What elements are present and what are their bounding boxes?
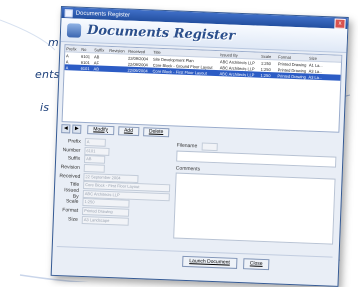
size-select[interactable]: A3 Landscape — [81, 215, 129, 226]
cell-received: 22/09/2004 — [127, 55, 149, 61]
cell-received: 22/09/2004 — [127, 67, 148, 73]
cell-suffix: AB — [93, 53, 100, 60]
close-icon[interactable]: x — [334, 18, 346, 29]
side-text-2: ents — [35, 68, 60, 81]
col-issued-by[interactable]: Issued By — [219, 52, 260, 59]
next-record-icon[interactable]: ▶ — [72, 124, 82, 134]
documents-grid[interactable]: Prefix No Suffix Revision Received Title… — [61, 44, 343, 133]
right-pane: Filename Comments — [173, 142, 337, 245]
app-icon — [64, 8, 73, 17]
prefix-label: Prefix — [67, 138, 81, 146]
previous-record-icon[interactable]: ◀ — [61, 123, 71, 133]
cell-scale: 1:250 — [260, 66, 271, 72]
col-size[interactable]: Size — [308, 55, 325, 61]
documents-icon — [66, 22, 82, 38]
comments-textarea[interactable] — [173, 172, 336, 245]
cell-no: 6101 — [80, 59, 90, 65]
col-prefix[interactable]: Prefix — [65, 46, 80, 52]
suffix-field[interactable]: AB — [83, 155, 106, 165]
col-format[interactable]: Format — [277, 54, 308, 60]
cell-format: Printed Drawing — [277, 72, 307, 79]
cell-scale: 1:250 — [260, 60, 272, 66]
number-field[interactable]: 6101 — [84, 146, 110, 156]
revision-label: Revision — [60, 164, 80, 171]
format-label: Format — [62, 207, 79, 214]
cell-no: 6101 — [81, 53, 91, 59]
side-text-1: m — [48, 36, 59, 49]
suffix-label: Suffix — [67, 155, 81, 163]
documents-register-window: Documents Register x Documents Register … — [50, 6, 349, 287]
browse-file-button[interactable] — [201, 142, 218, 152]
cell-size: A3 La... — [308, 74, 323, 80]
cell-size: A1 La... — [308, 62, 323, 68]
cell-prefix: A — [65, 64, 69, 70]
prefix-field[interactable]: A — [84, 138, 106, 148]
cell-no: 6101 — [80, 65, 90, 71]
col-suffix[interactable]: Suffix — [93, 47, 108, 53]
header-title: Documents Register — [86, 23, 236, 44]
add-button[interactable]: Add — [117, 125, 140, 136]
col-received[interactable]: Received — [127, 48, 152, 54]
modify-button[interactable]: Modify — [87, 124, 115, 135]
record-form: Prefix A Number 6101 Suffix AB Revision … — [58, 137, 173, 227]
received-label: Received — [59, 172, 81, 180]
cell-revision — [108, 63, 127, 64]
cell-suffix: AF — [93, 59, 100, 65]
cell-size: A3 La... — [308, 68, 323, 74]
cell-prefix: A — [65, 58, 69, 64]
window-title: Documents Register — [75, 10, 131, 19]
cell-scale: 1:250 — [260, 72, 271, 78]
cell-revision — [108, 69, 127, 70]
launch-document-button[interactable]: Launch Document — [182, 255, 238, 269]
delete-button[interactable]: Delete — [142, 126, 170, 137]
col-revision[interactable]: Revision — [108, 47, 127, 53]
col-no[interactable]: No — [80, 46, 93, 51]
scale-label: Scale — [65, 198, 79, 206]
col-scale[interactable]: Scale — [260, 53, 277, 59]
side-text-3: is — [40, 101, 50, 114]
cell-issued-by: ABC Architects LLP — [219, 70, 255, 77]
number-label: Number — [62, 147, 81, 154]
revision-field[interactable] — [83, 164, 105, 173]
cell-revision — [108, 57, 127, 58]
size-label: Size — [67, 216, 78, 223]
footer-buttons: Launch Document Close — [182, 255, 276, 271]
cell-suffix: AB — [93, 65, 100, 72]
close-button[interactable]: Close — [242, 258, 270, 271]
filename-label: Filename — [176, 142, 198, 150]
cell-prefix: A — [66, 52, 69, 58]
cell-received: 22/09/2004 — [127, 61, 148, 67]
